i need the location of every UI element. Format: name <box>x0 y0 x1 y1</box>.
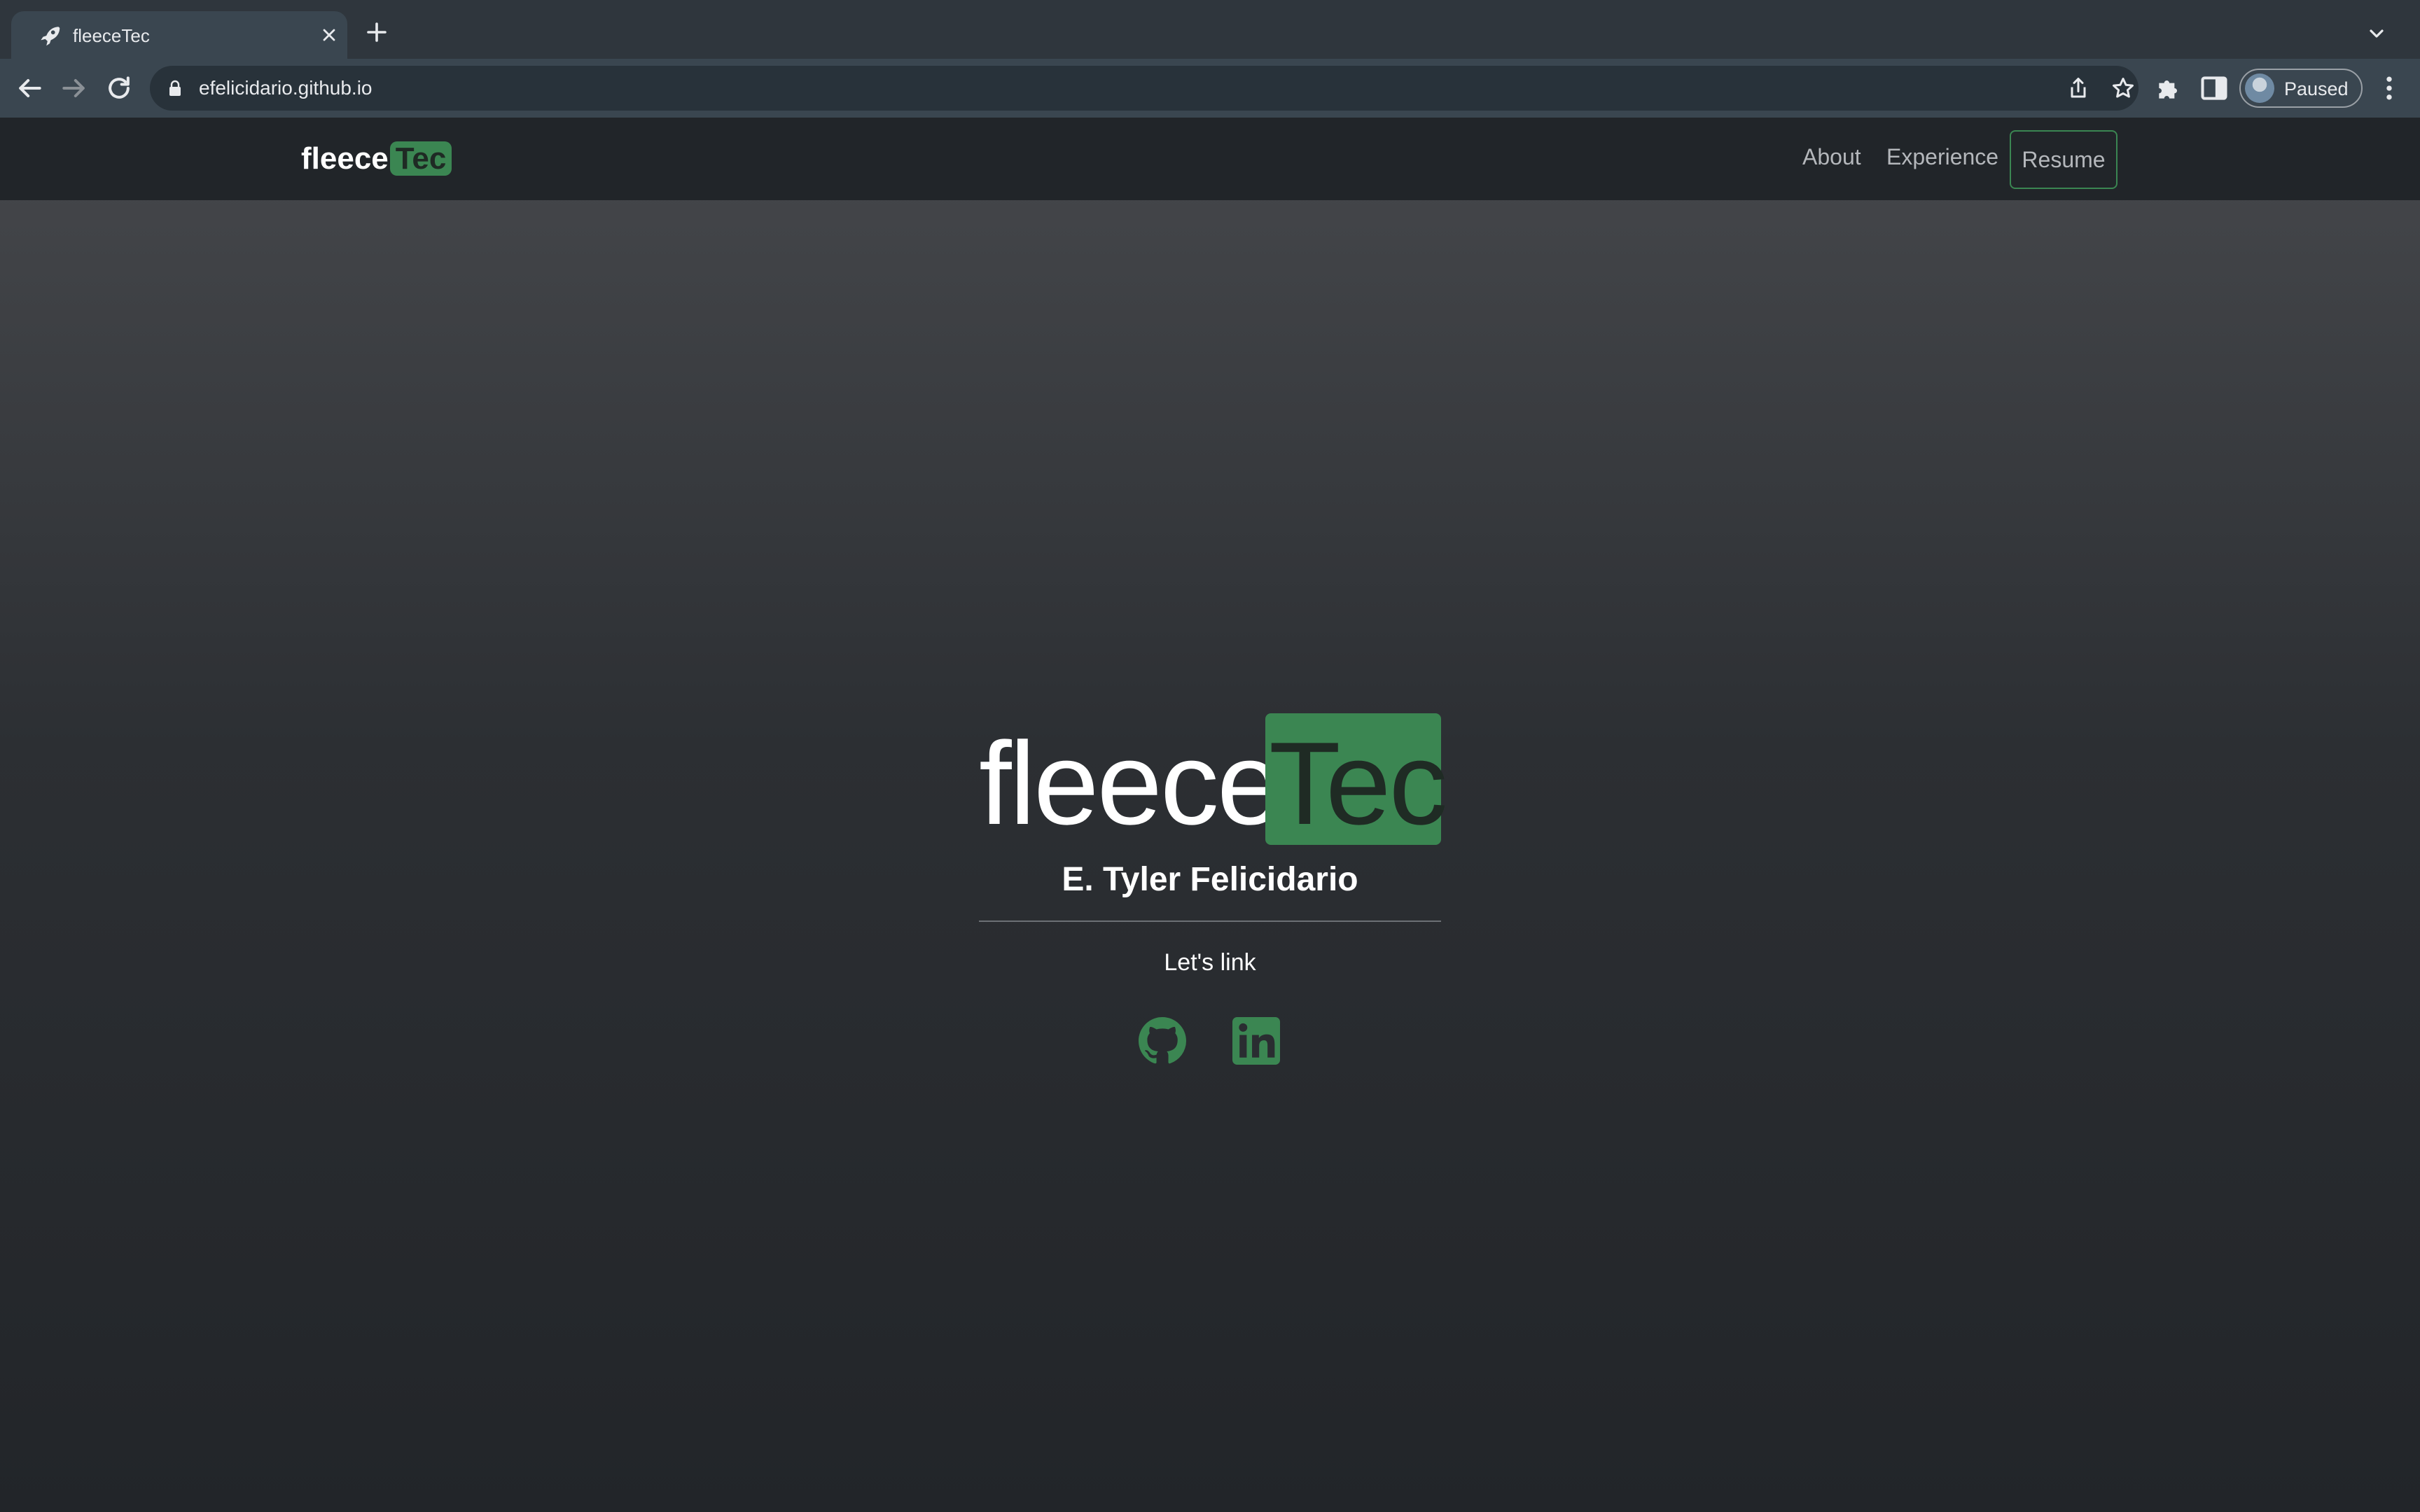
nav-link-about[interactable]: About <box>1802 143 1861 171</box>
url-text: efelicidario.github.io <box>199 77 373 99</box>
brand-main: fleece <box>301 141 389 176</box>
hero-name: E. Tyler Felicidario <box>1062 861 1358 898</box>
share-icon[interactable] <box>2066 76 2091 101</box>
star-icon[interactable] <box>2110 76 2136 101</box>
brand-logo-link[interactable]: fleece Tec <box>301 139 452 179</box>
close-icon[interactable] <box>319 25 339 45</box>
hero-logo: fleece Tec <box>979 713 1447 849</box>
brand-accent: Tec <box>389 141 452 176</box>
lock-icon[interactable] <box>168 80 182 97</box>
chevron-down-icon[interactable] <box>2365 22 2388 45</box>
kebab-menu-icon[interactable] <box>2374 73 2405 104</box>
avatar <box>2245 74 2274 103</box>
github-icon <box>1139 1017 1186 1064</box>
resume-button[interactable]: Resume <box>2010 130 2118 189</box>
puzzle-icon[interactable] <box>2154 73 2185 104</box>
github-link[interactable] <box>1139 1017 1186 1065</box>
side-panel-icon[interactable] <box>2199 73 2230 104</box>
tab-title: fleeceTec <box>73 25 150 46</box>
nav-link-experience[interactable]: Experience <box>1886 143 1998 171</box>
address-bar[interactable]: efelicidario.github.io <box>150 66 2139 111</box>
browser-tab-strip: fleeceTec <box>0 0 2420 59</box>
profile-chip[interactable]: Paused <box>2239 69 2363 108</box>
hero-logo-main: fleece <box>979 718 1282 849</box>
browser-tab[interactable]: fleeceTec <box>11 11 347 59</box>
hero-tagline: Let's link <box>1164 949 1256 976</box>
profile-label: Paused <box>2284 78 2349 99</box>
forward-arrow-icon[interactable] <box>59 73 90 104</box>
page-content: fleece Tec About Experience Resume fleece… <box>0 118 2420 1512</box>
browser-toolbar: efelicidario.github.io Paused <box>0 59 2420 118</box>
linkedin-link[interactable] <box>1232 1017 1280 1065</box>
rocket-favicon-icon <box>41 27 60 46</box>
divider <box>979 920 1441 922</box>
back-arrow-icon[interactable] <box>14 73 45 104</box>
site-navbar: fleece Tec About Experience Resume <box>0 118 2420 200</box>
plus-icon[interactable] <box>364 20 389 45</box>
linkedin-icon <box>1232 1017 1280 1065</box>
reload-icon[interactable] <box>104 73 134 104</box>
hero-logo-accent: Tec <box>1269 718 1447 849</box>
